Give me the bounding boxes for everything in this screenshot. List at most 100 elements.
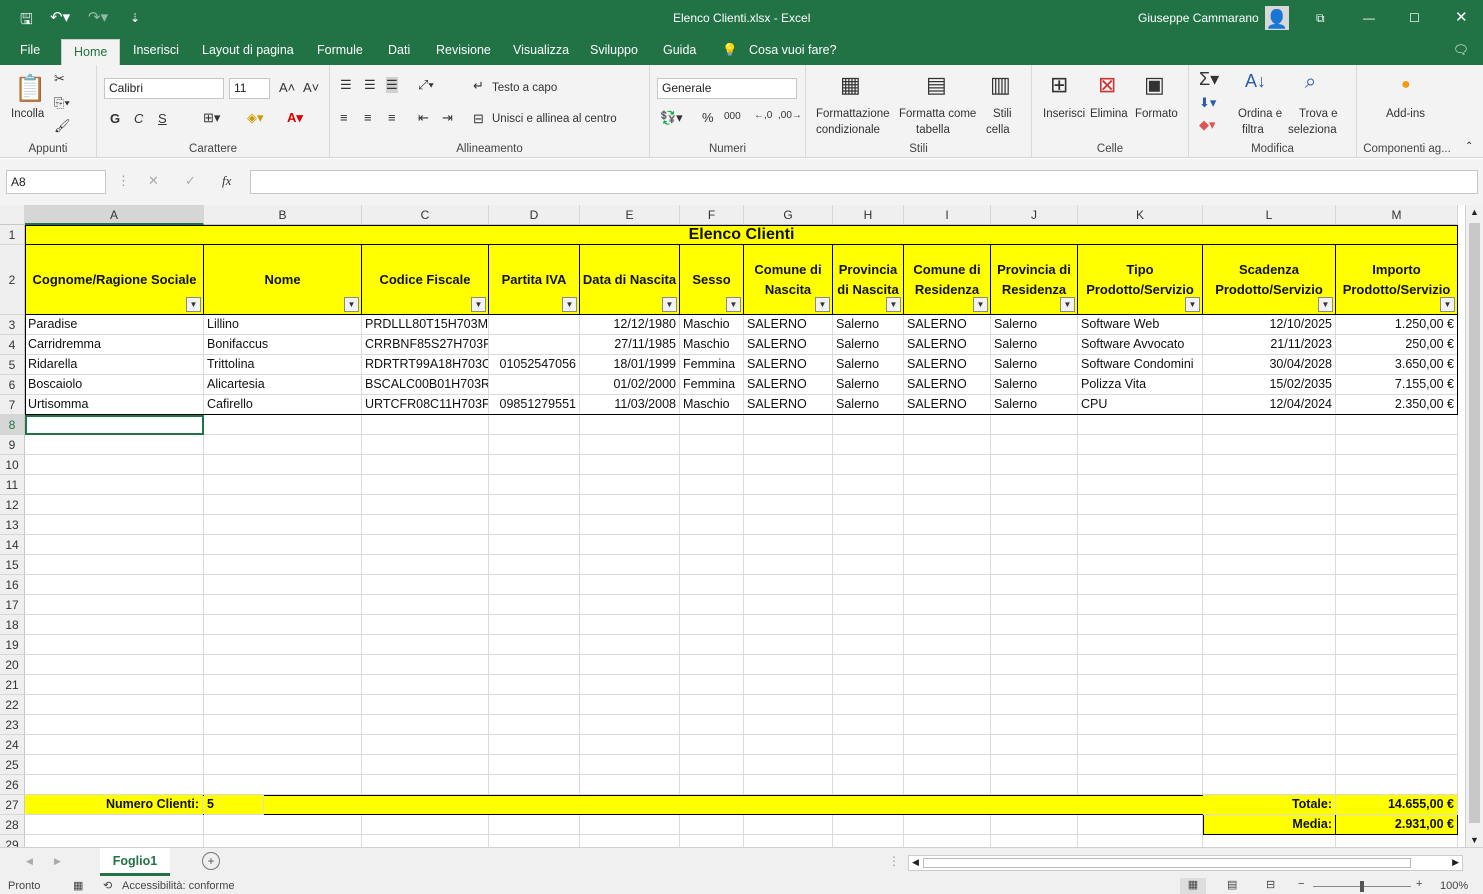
- insert-function-icon[interactable]: fx: [222, 173, 231, 189]
- grid-cell[interactable]: [833, 595, 904, 615]
- number-format-select[interactable]: Generale: [657, 78, 797, 99]
- customize-qat-icon[interactable]: ⇣: [130, 11, 140, 25]
- grid-cell[interactable]: [362, 435, 489, 455]
- column-header-cell[interactable]: Provincia di Nascita ▼: [833, 245, 904, 315]
- row-header-13[interactable]: 13: [0, 515, 25, 535]
- grid-cell[interactable]: [362, 595, 489, 615]
- grid-cell[interactable]: [1203, 675, 1336, 695]
- column-header-F[interactable]: F: [680, 205, 744, 225]
- table-cell[interactable]: Salerno: [833, 335, 904, 355]
- table-cell[interactable]: 11/03/2008: [580, 395, 680, 415]
- filter-dropdown-icon[interactable]: ▼: [886, 297, 901, 312]
- row-header-16[interactable]: 16: [0, 575, 25, 595]
- table-cell[interactable]: SALERNO: [904, 315, 991, 335]
- grid-cell[interactable]: [580, 835, 680, 847]
- grid-cell[interactable]: [904, 455, 991, 475]
- grid-cell[interactable]: [580, 455, 680, 475]
- zoom-out-icon[interactable]: −: [1298, 878, 1304, 890]
- avg-value[interactable]: 2.931,00 €: [1336, 815, 1458, 835]
- grid-cell[interactable]: [680, 675, 744, 695]
- grid-cell[interactable]: [991, 715, 1078, 735]
- grid-cell[interactable]: [1203, 415, 1336, 435]
- cell-styles-button[interactable]: Stili: [993, 108, 1012, 120]
- column-header-cell[interactable]: Importo Prodotto/Servizio ▼: [1336, 245, 1458, 315]
- column-header-cell[interactable]: Sesso ▼: [680, 245, 744, 315]
- grid-cell[interactable]: [744, 755, 833, 775]
- grid-cell[interactable]: [1078, 835, 1203, 847]
- grid-cell[interactable]: [833, 655, 904, 675]
- grid-cell[interactable]: [1203, 515, 1336, 535]
- font-size-select[interactable]: 11: [229, 78, 270, 99]
- table-cell[interactable]: Bonifaccus: [204, 335, 362, 355]
- decrease-indent-icon[interactable]: ⇤: [418, 110, 429, 126]
- grid-cell[interactable]: [744, 675, 833, 695]
- grid-cell[interactable]: [904, 575, 991, 595]
- row-header-10[interactable]: 10: [0, 455, 25, 475]
- currency-icon[interactable]: 💱▾: [660, 110, 683, 126]
- grid-cell[interactable]: [680, 535, 744, 555]
- table-cell[interactable]: 1.250,00 €: [1336, 315, 1458, 335]
- table-cell[interactable]: BSCALC00B01H703R: [362, 375, 489, 395]
- grid-cell[interactable]: [1336, 535, 1458, 555]
- vertical-scrollbar[interactable]: ▲ ▼: [1465, 205, 1483, 847]
- grid-cell[interactable]: [204, 735, 362, 755]
- table-cell[interactable]: 3.650,00 €: [1336, 355, 1458, 375]
- grid-cell[interactable]: [904, 535, 991, 555]
- grid-cell[interactable]: [744, 635, 833, 655]
- cancel-icon[interactable]: ✕: [148, 173, 159, 189]
- row-header-15[interactable]: 15: [0, 555, 25, 575]
- table-cell[interactable]: Trittolina: [204, 355, 362, 375]
- grid-cell[interactable]: [1078, 755, 1203, 775]
- grid-cell[interactable]: [1078, 515, 1203, 535]
- grid-cell[interactable]: [991, 735, 1078, 755]
- table-cell[interactable]: 18/01/1999: [580, 355, 680, 375]
- copy-icon[interactable]: ⎘▾: [54, 95, 70, 111]
- table-cell[interactable]: PRDLLL80T15H703M: [362, 315, 489, 335]
- row-header-28[interactable]: 28: [0, 815, 25, 835]
- grid-cell[interactable]: [1336, 655, 1458, 675]
- zoom-level[interactable]: 100%: [1440, 880, 1468, 892]
- enter-icon[interactable]: ✓: [185, 173, 196, 189]
- grid-cell[interactable]: [1336, 575, 1458, 595]
- grid-cell[interactable]: [204, 755, 362, 775]
- grid-cell[interactable]: [25, 755, 204, 775]
- grid-cell[interactable]: [1078, 415, 1203, 435]
- grid-cell[interactable]: [904, 675, 991, 695]
- grid-cell[interactable]: [833, 435, 904, 455]
- grid-cell[interactable]: [744, 415, 833, 435]
- column-header-H[interactable]: H: [833, 205, 904, 225]
- row-header-3[interactable]: 3: [0, 315, 25, 335]
- grid-cell[interactable]: [1336, 415, 1458, 435]
- grid-cell[interactable]: [1203, 635, 1336, 655]
- grid-cell[interactable]: [362, 415, 489, 435]
- grid-cell[interactable]: [25, 575, 204, 595]
- grid-cell[interactable]: [904, 755, 991, 775]
- grid-cell[interactable]: [1078, 715, 1203, 735]
- row-header-6[interactable]: 6: [0, 375, 25, 395]
- clear-icon[interactable]: ◆▾: [1199, 117, 1216, 133]
- scroll-left-icon[interactable]: ◀: [912, 857, 919, 868]
- grid-cell[interactable]: [904, 515, 991, 535]
- grid-cell[interactable]: [489, 495, 580, 515]
- grid-cell[interactable]: [680, 735, 744, 755]
- grid-cell[interactable]: [580, 555, 680, 575]
- table-cell[interactable]: 21/11/2023: [1203, 335, 1336, 355]
- grid-cell[interactable]: [991, 675, 1078, 695]
- grid-cell[interactable]: [680, 415, 744, 435]
- grid-cell[interactable]: [1203, 715, 1336, 735]
- minimize-icon[interactable]: —: [1363, 11, 1375, 25]
- table-cell[interactable]: 12/10/2025: [1203, 315, 1336, 335]
- filter-dropdown-icon[interactable]: ▼: [726, 297, 741, 312]
- grid-cell[interactable]: [489, 535, 580, 555]
- column-header-I[interactable]: I: [904, 205, 991, 225]
- grid-cell[interactable]: [904, 615, 991, 635]
- grid-cell[interactable]: [204, 635, 362, 655]
- row-header-21[interactable]: 21: [0, 675, 25, 695]
- grid-cell[interactable]: [833, 615, 904, 635]
- row-header-1[interactable]: 1: [0, 225, 25, 245]
- grid-cell[interactable]: [1336, 435, 1458, 455]
- grid-cell[interactable]: [580, 475, 680, 495]
- grid-cell[interactable]: [744, 495, 833, 515]
- column-header-K[interactable]: K: [1078, 205, 1203, 225]
- h-scroll-thumb[interactable]: [923, 858, 1411, 868]
